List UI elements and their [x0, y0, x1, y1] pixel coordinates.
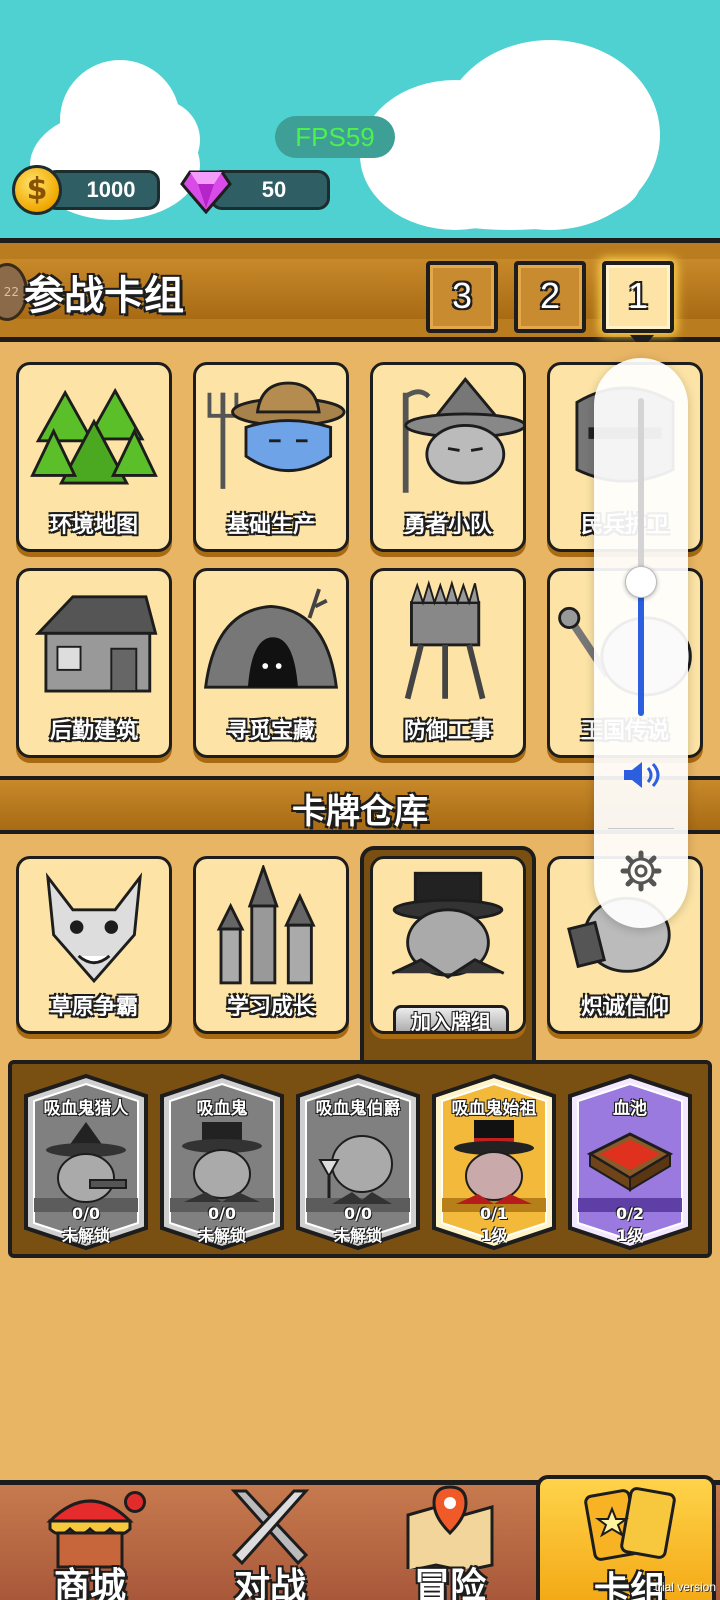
cards-icon	[584, 1487, 676, 1561]
coin-icon: $	[12, 165, 62, 215]
farmer-icon	[207, 381, 346, 489]
card-count: 0/0	[343, 1204, 373, 1223]
card-status: 未解锁	[333, 1226, 382, 1245]
deck-card-environment-map[interactable]: 环境地图	[16, 362, 172, 552]
vampire-icon	[182, 1122, 262, 1202]
deck-card-defense-works[interactable]: 防御工事	[370, 568, 526, 758]
card-name: 血池	[613, 1099, 647, 1119]
volume-panel	[594, 358, 688, 928]
card-name: 吸血鬼猎人	[43, 1099, 129, 1119]
divider	[608, 828, 674, 829]
card-label: 环境地图	[49, 513, 138, 538]
card-label: 防御工事	[403, 719, 492, 744]
wizard-icon	[402, 376, 523, 493]
deck-tab-2[interactable]: 2	[514, 261, 586, 333]
deck-tab-1[interactable]: 1	[602, 261, 674, 349]
card-count: 0/0	[207, 1204, 237, 1223]
fps-counter: FPS59	[275, 116, 395, 158]
card-status: 未解锁	[197, 1226, 246, 1245]
bottom-nav: 商城 对战 冒险 卡组 trial version	[0, 1475, 720, 1600]
nav-label: 商城	[53, 1566, 126, 1600]
wolf-icon	[45, 872, 143, 984]
nav-shop[interactable]: 商城	[0, 1485, 180, 1600]
volume-slider[interactable]	[638, 398, 644, 716]
gem-icon	[180, 170, 232, 214]
warehouse-card-vampire-hunter[interactable]: 吸血鬼猎人 0/0 未解锁	[22, 1074, 150, 1250]
gem-value: 50	[261, 177, 287, 202]
deck-card-basic-production[interactable]: 基础生产	[193, 362, 349, 552]
gold-value: 1000	[86, 177, 136, 202]
deck-header: 22 参战卡组 3 2 1	[0, 238, 720, 349]
card-label: 勇者小队	[403, 513, 492, 538]
warehouse-card-vampire-progenitor[interactable]: 吸血鬼始祖 0/1 1级	[430, 1074, 558, 1250]
category-label: 草原争霸	[49, 995, 138, 1020]
card-count: 0/2	[615, 1204, 645, 1223]
card-name: 吸血鬼伯爵	[315, 1099, 401, 1119]
nav-adventure[interactable]: 冒险	[360, 1485, 540, 1600]
blood-pool-icon	[586, 1132, 674, 1192]
notification-badge	[124, 1491, 146, 1513]
card-name: 吸血鬼始祖	[451, 1099, 537, 1119]
volume-level-fill	[638, 582, 644, 716]
vampire-count-icon	[318, 1135, 393, 1204]
card-name: 吸血鬼	[196, 1099, 248, 1119]
house-icon	[34, 595, 158, 693]
card-status: 1级	[480, 1226, 508, 1245]
deck-card-treasure-hunt[interactable]: 寻觅宝藏	[193, 568, 349, 758]
deck-title: 参战卡组	[24, 273, 184, 319]
castle-icon	[216, 865, 316, 985]
card-status: 未解锁	[61, 1226, 110, 1245]
card-label: 寻觅宝藏	[226, 719, 315, 744]
category-vampire-selected[interactable]: 加入牌组	[370, 856, 526, 1034]
forest-icon	[30, 387, 158, 485]
card-status: 1级	[616, 1226, 644, 1245]
card-count: 0/1	[479, 1204, 509, 1223]
deck-card-hero-squad[interactable]: 勇者小队	[370, 362, 526, 552]
category-label: 学习成长	[226, 995, 315, 1020]
vampire-hunter-icon	[46, 1122, 127, 1203]
warehouse-card-list: 吸血鬼猎人 0/0 未解锁 吸血鬼 0/0 未解锁 吸血鬼伯爵 0/0 未解锁 …	[8, 1060, 712, 1258]
deck-tab-3[interactable]: 3	[426, 261, 498, 333]
nav-battle[interactable]: 对战	[180, 1485, 360, 1600]
watchtower-icon	[404, 579, 486, 700]
add-to-deck-button[interactable]: 加入牌组	[393, 1005, 509, 1031]
gear-icon[interactable]	[620, 850, 662, 892]
trial-watermark: trial version	[654, 1580, 716, 1594]
warehouse-card-vampire-count[interactable]: 吸血鬼伯爵 0/0 未解锁	[294, 1074, 422, 1250]
category-grassland[interactable]: 草原争霸	[16, 856, 172, 1034]
vampire-icon	[391, 871, 505, 979]
nav-label: 冒险	[413, 1566, 486, 1600]
warehouse-card-vampire[interactable]: 吸血鬼 0/0 未解锁	[158, 1074, 286, 1250]
cloud	[380, 140, 640, 230]
sky-header: FPS59 1000 $ 50	[0, 0, 720, 238]
nav-label: 对战	[233, 1566, 306, 1600]
cave-icon	[203, 588, 339, 689]
card-count: 0/0	[71, 1204, 101, 1223]
deck-card-logistics-building[interactable]: 后勤建筑	[16, 568, 172, 758]
category-label: 炽诚信仰	[580, 995, 669, 1020]
speaker-icon[interactable]	[620, 758, 664, 792]
card-label: 后勤建筑	[49, 719, 138, 744]
warehouse-card-blood-pool[interactable]: 血池 0/2 1级	[566, 1074, 694, 1250]
volume-slider-knob[interactable]	[625, 566, 657, 599]
vampire-progenitor-icon	[454, 1120, 534, 1204]
card-label: 基础生产	[226, 513, 315, 538]
category-learning[interactable]: 学习成长	[193, 856, 349, 1034]
